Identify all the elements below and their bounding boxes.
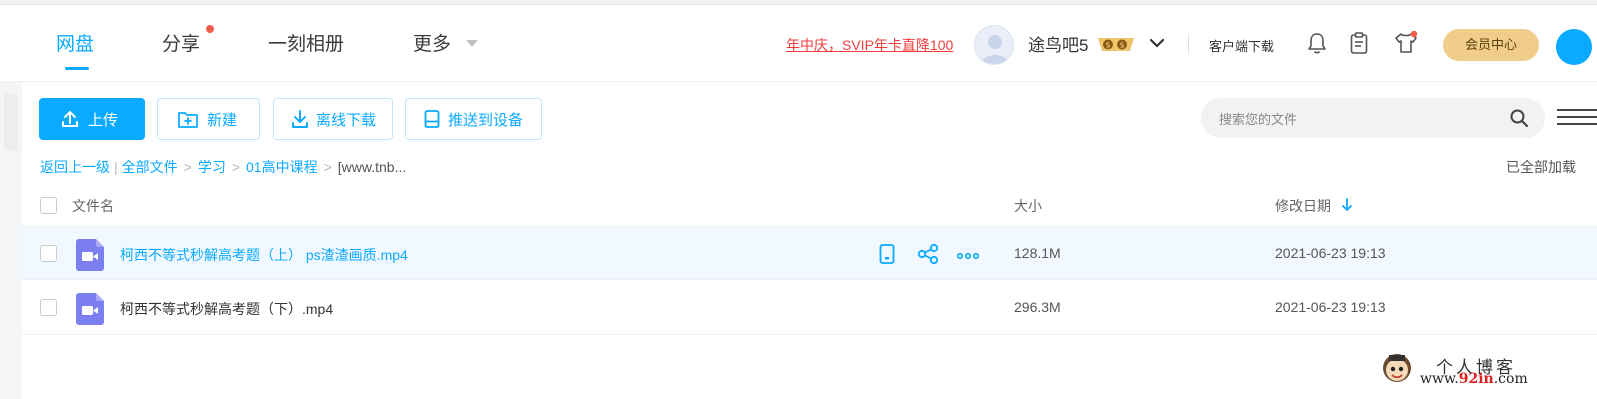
- table-row[interactable]: 柯西不等式秒解高考题（下）.mp4 296.3M 2021-06-23 19:1…: [22, 281, 1597, 335]
- file-name[interactable]: 柯西不等式秒解高考题（下）.mp4: [120, 299, 333, 319]
- avatar[interactable]: [974, 25, 1014, 65]
- clipboard-icon[interactable]: [1348, 31, 1370, 55]
- nav-share[interactable]: 分享: [162, 29, 200, 56]
- offline-download-label: 离线下载: [316, 111, 377, 129]
- breadcrumb: 返回上一级 | 全部文件 > 学习 >01高中课程 > [www.tnb...: [40, 157, 406, 177]
- breadcrumb-sep: >: [323, 159, 332, 175]
- header-divider: [1188, 35, 1189, 53]
- watermark-url: www.92in.com: [1420, 371, 1528, 387]
- table-header: 文件名 大小 修改日期: [22, 186, 1597, 226]
- account-chevron-down-icon[interactable]: [1147, 33, 1167, 53]
- select-all-checkbox[interactable]: [40, 197, 57, 214]
- share-notification-dot: [206, 25, 214, 33]
- left-panel-edge: [0, 82, 22, 399]
- watermark-url-suffix: .com: [1493, 371, 1528, 387]
- vip-center-button[interactable]: 会员中心: [1443, 29, 1539, 61]
- shirt-icon[interactable]: [1393, 31, 1419, 55]
- file-size: 128.1M: [1014, 245, 1061, 261]
- row-checkbox[interactable]: [40, 245, 57, 262]
- partial-blue-button[interactable]: [1556, 29, 1592, 65]
- table-row[interactable]: 柯西不等式秒解高考题（上） ps渣渣画质.mp4 128.1M 2021-06-…: [22, 226, 1597, 280]
- nav-netdisk[interactable]: 网盘: [56, 29, 94, 56]
- upload-label: 上传: [88, 111, 119, 129]
- column-header-name[interactable]: 文件名: [72, 196, 114, 216]
- left-panel-notch: [4, 94, 18, 150]
- share-icon[interactable]: [917, 243, 939, 265]
- video-file-icon: [76, 293, 104, 325]
- file-size: 296.3M: [1014, 299, 1061, 315]
- device-icon: [424, 110, 440, 128]
- breadcrumb-item-course[interactable]: 01高中课程: [246, 159, 318, 175]
- new-folder-icon: [178, 112, 198, 128]
- cartoon-face-icon: [1383, 354, 1411, 382]
- breadcrumb-current: [www.tnb...: [337, 159, 407, 175]
- upload-icon: [62, 111, 78, 127]
- nav-active-underline: [65, 67, 89, 70]
- view-list-icon[interactable]: [1557, 107, 1597, 129]
- column-header-date[interactable]: 修改日期: [1275, 196, 1331, 216]
- more-caret-icon[interactable]: [466, 40, 478, 47]
- username[interactable]: 途鸟吧5: [1028, 31, 1088, 56]
- breadcrumb-item-study[interactable]: 学习: [198, 159, 226, 175]
- blog-watermark: 个人博客 www.92in.com: [1380, 351, 1580, 397]
- svip-badge-icon: $ $: [1098, 38, 1134, 51]
- promo-link[interactable]: 年中庆，SVIP年卡直降100: [786, 35, 953, 55]
- breadcrumb-sep: >: [231, 159, 241, 175]
- more-actions-icon[interactable]: [956, 243, 980, 265]
- upload-button[interactable]: 上传: [39, 98, 145, 140]
- breadcrumb-bar: |: [114, 159, 118, 175]
- svg-text:$: $: [1105, 41, 1110, 50]
- client-download-link[interactable]: 客户端下载: [1209, 36, 1274, 55]
- watermark-url-brand: 92in: [1458, 371, 1494, 387]
- watermark-url-prefix: www.: [1420, 371, 1459, 387]
- new-folder-button[interactable]: 新建: [157, 98, 260, 140]
- nav-more[interactable]: 更多: [413, 29, 451, 56]
- file-date: 2021-06-23 19:13: [1275, 245, 1386, 261]
- download-icon: [292, 110, 308, 128]
- search-box[interactable]: 搜索您的文件: [1201, 98, 1545, 138]
- breadcrumb-all-files[interactable]: 全部文件: [122, 159, 178, 175]
- push-to-device-button[interactable]: 推送到设备: [405, 98, 542, 140]
- breadcrumb-sep: >: [183, 159, 192, 175]
- column-header-size[interactable]: 大小: [1014, 196, 1042, 216]
- file-name[interactable]: 柯西不等式秒解高考题（上） ps渣渣画质.mp4: [120, 245, 408, 265]
- top-header: 网盘 分享 一刻相册 更多 年中庆，SVIP年卡直降100 途鸟吧5 $ $ 客…: [0, 5, 1597, 82]
- offline-download-button[interactable]: 离线下载: [273, 98, 393, 140]
- row-checkbox[interactable]: [40, 299, 57, 316]
- nav-yike-album[interactable]: 一刻相册: [268, 29, 344, 56]
- loaded-status: 已全部加载: [1506, 159, 1576, 175]
- push-device-icon[interactable]: [878, 243, 896, 265]
- bell-icon[interactable]: [1306, 31, 1328, 55]
- new-label: 新建: [207, 111, 238, 129]
- file-date: 2021-06-23 19:13: [1275, 299, 1386, 315]
- sort-desc-arrow-icon[interactable]: [1341, 197, 1353, 213]
- search-input[interactable]: 搜索您的文件: [1219, 109, 1297, 128]
- search-icon[interactable]: [1509, 108, 1529, 128]
- push-to-device-label: 推送到设备: [448, 111, 524, 129]
- video-file-icon: [76, 239, 104, 271]
- breadcrumb-back[interactable]: 返回上一级: [40, 159, 110, 175]
- svg-text:$: $: [1119, 41, 1124, 50]
